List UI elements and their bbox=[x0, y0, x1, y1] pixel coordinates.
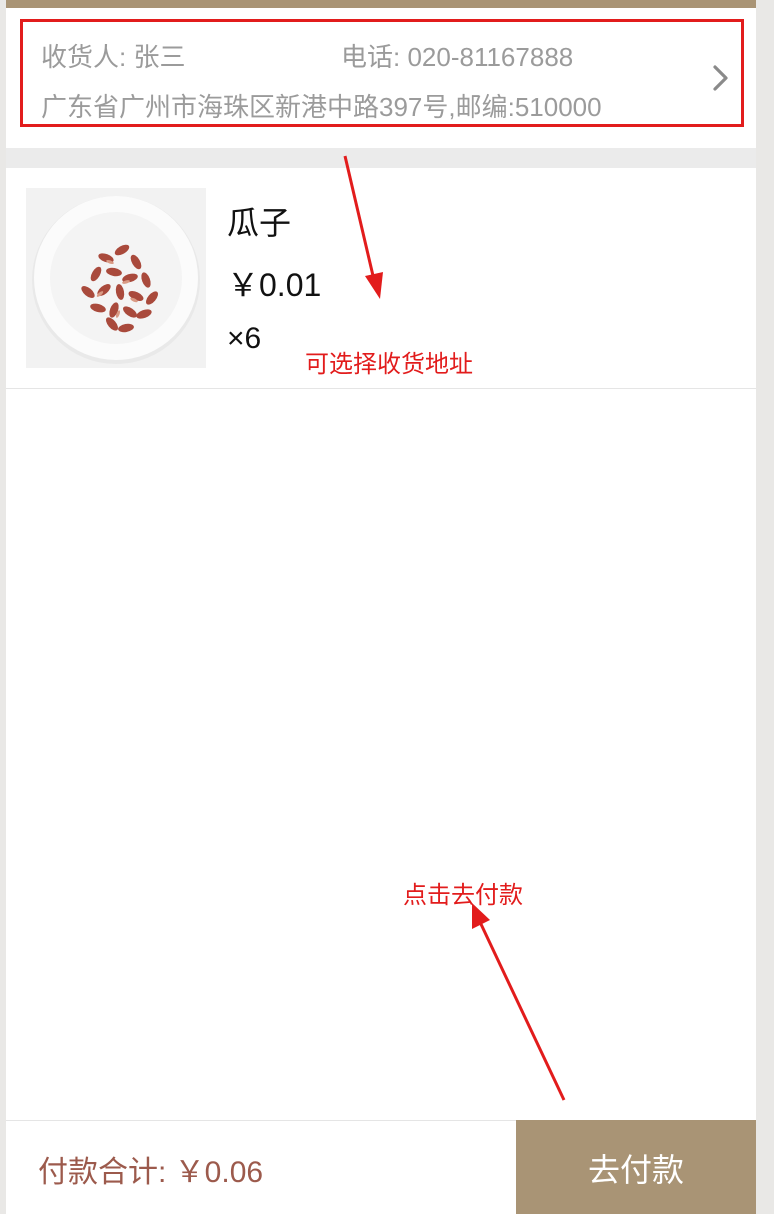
annotation-select-address: 可选择收货地址 bbox=[305, 351, 473, 378]
item-price: ￥0.01 bbox=[227, 267, 322, 303]
sunflower-seeds-plate-image bbox=[26, 188, 206, 368]
payment-total: 付款合计: ￥0.06 bbox=[38, 1156, 264, 1189]
arrow-to-pay-text bbox=[472, 903, 566, 1101]
top-accent-bar bbox=[6, 0, 756, 8]
item-quantity: ×6 bbox=[227, 322, 262, 355]
section-divider bbox=[6, 148, 756, 168]
item-name: 瓜子 bbox=[227, 205, 292, 241]
annotation-click-pay: 点击去付款 bbox=[403, 882, 523, 909]
checkout-footer: 付款合计: ￥0.06 去付款 bbox=[6, 1120, 756, 1214]
pay-button[interactable]: 去付款 bbox=[516, 1120, 756, 1214]
checkout-page: 收货人: 张三 电话: 020-81167888 广东省广州市海珠区新港中路39… bbox=[6, 0, 756, 1214]
address-highlight-box bbox=[20, 19, 744, 127]
